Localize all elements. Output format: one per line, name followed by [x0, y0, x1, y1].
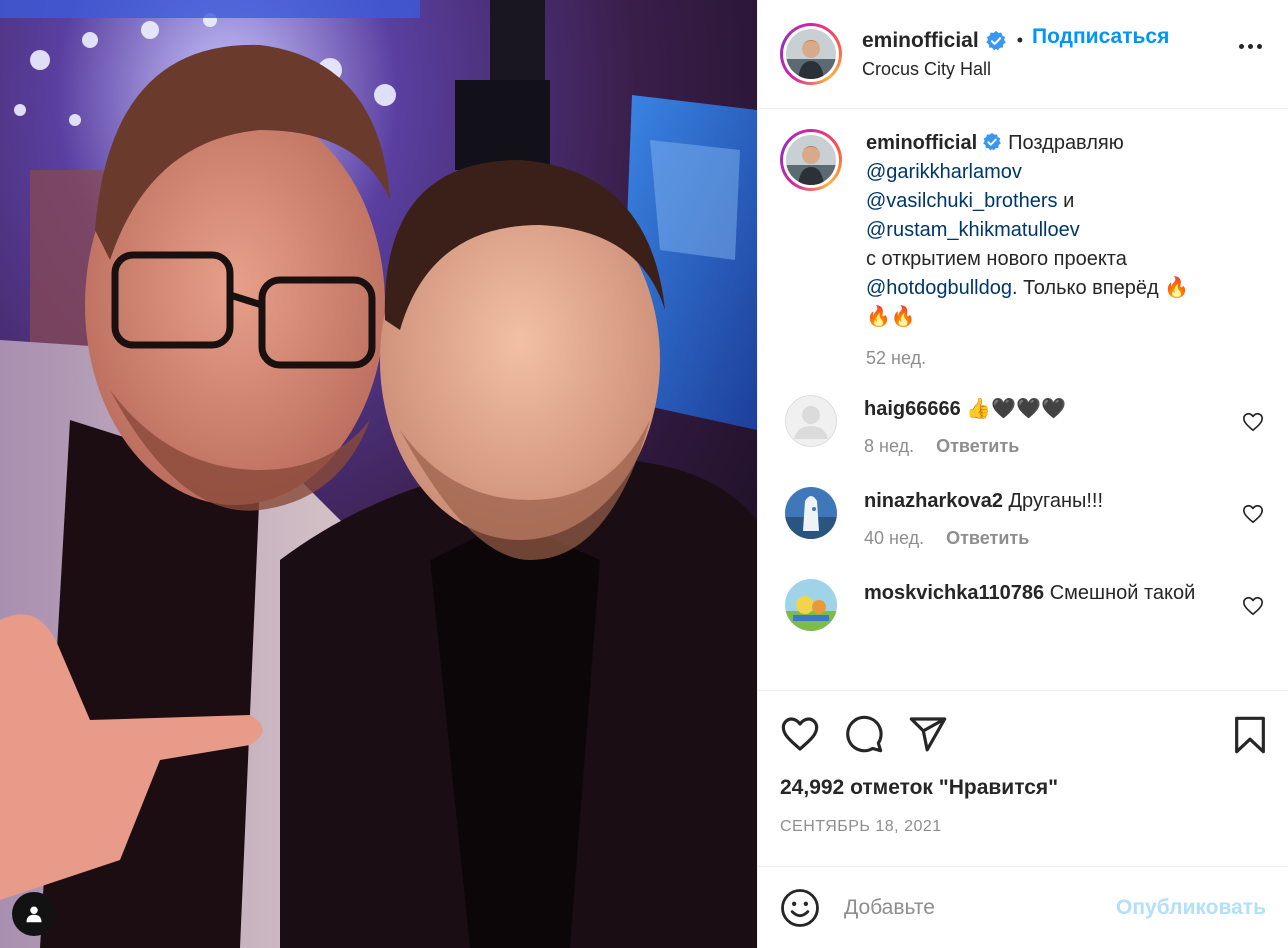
caption-text: и — [1063, 190, 1075, 212]
mention-link[interactable]: @garikkharlamov — [866, 161, 1022, 183]
avatar-image — [785, 487, 837, 539]
tagged-users-button[interactable] — [12, 892, 56, 936]
post-panel: eminofficial • Подписаться Crocus City H… — [757, 0, 1288, 948]
instagram-post-viewer: eminofficial • Подписаться Crocus City H… — [0, 0, 1288, 948]
post-location[interactable]: Crocus City Hall — [862, 59, 1169, 80]
publish-button[interactable]: Опубликовать — [1116, 896, 1266, 920]
default-avatar-icon — [785, 395, 837, 447]
comment-icon[interactable] — [844, 714, 884, 754]
user-icon — [26, 906, 42, 923]
comment-time[interactable]: 8 нед. — [864, 432, 914, 461]
commenter-username[interactable]: ninazharkova2 — [864, 490, 1003, 512]
separator-dot: • — [1016, 30, 1024, 50]
comment-composer: Опубликовать — [758, 866, 1288, 948]
verified-badge-icon — [985, 30, 1006, 50]
emoji-icon[interactable] — [780, 888, 820, 928]
bookmark-icon[interactable] — [1230, 715, 1270, 755]
caption-time[interactable]: 52 нед. — [866, 344, 1246, 373]
comment-input[interactable] — [844, 895, 1117, 920]
comments-list[interactable]: eminofficial Поздравляю @garikkharlamov @… — [758, 109, 1288, 690]
post-caption: eminofficial Поздравляю @garikkharlamov @… — [780, 129, 1266, 373]
caption-emoji: 🔥🔥 — [866, 306, 916, 328]
comment-text: Друганы!!! — [1008, 490, 1104, 512]
mention-link[interactable]: @hotdogbulldog — [866, 277, 1012, 299]
comment-text: Смешной такой — [1049, 582, 1196, 604]
caption-username[interactable]: eminofficial — [866, 132, 977, 154]
comment-text: 👍🖤🖤🖤 — [966, 398, 1066, 420]
mention-link[interactable]: @rustam_khikmatulloev — [866, 219, 1080, 241]
comment-item: haig66666 👍🖤🖤🖤 8 нед. Ответить — [780, 395, 1266, 461]
comment-item: moskvichka110786 Смешной такой — [780, 579, 1266, 631]
heart-icon[interactable] — [1242, 503, 1264, 525]
commenter-avatar[interactable] — [785, 487, 837, 539]
caption-author-avatar[interactable] — [780, 129, 842, 191]
caption-text: . Только вперёд 🔥 — [1011, 277, 1190, 299]
caption-text: с открытием нового проекта — [866, 248, 1127, 270]
reply-button[interactable]: Ответить — [936, 432, 1019, 461]
caption-text: Поздравляю — [1008, 132, 1124, 154]
commenter-username[interactable]: haig66666 — [864, 398, 961, 420]
verified-badge-icon — [983, 132, 1001, 151]
post-actions: 24,992 отметок "Нравится" СЕНТЯБРЬ 18, 2… — [758, 690, 1288, 866]
mention-link[interactable]: @vasilchuki_brothers — [866, 190, 1058, 212]
comment-item: ninazharkova2 Друганы!!! 40 нед. Ответит… — [780, 487, 1266, 553]
commenter-username[interactable]: moskvichka110786 — [864, 582, 1044, 604]
photo-scene — [0, 0, 757, 948]
avatar-image — [786, 29, 836, 79]
post-header: eminofficial • Подписаться Crocus City H… — [758, 0, 1288, 109]
commenter-avatar[interactable] — [785, 395, 837, 447]
heart-icon[interactable] — [1242, 595, 1264, 617]
post-date[interactable]: СЕНТЯБРЬ 18, 2021 — [780, 818, 1266, 836]
more-horizontal-icon[interactable] — [1239, 44, 1262, 49]
heart-icon[interactable] — [1242, 411, 1264, 433]
commenter-avatar[interactable] — [785, 579, 837, 631]
post-photo[interactable] — [0, 0, 757, 948]
likes-count[interactable]: 24,992 отметок "Нравится" — [780, 776, 1266, 800]
author-username[interactable]: eminofficial — [862, 29, 979, 53]
follow-button[interactable]: Подписаться — [1032, 25, 1169, 49]
reply-button[interactable]: Ответить — [946, 524, 1029, 553]
avatar-image — [786, 135, 836, 185]
comment-time[interactable]: 40 нед. — [864, 524, 924, 553]
avatar-image — [785, 579, 837, 631]
heart-icon[interactable] — [780, 714, 820, 754]
author-avatar[interactable] — [780, 23, 842, 85]
share-icon[interactable] — [908, 714, 948, 754]
